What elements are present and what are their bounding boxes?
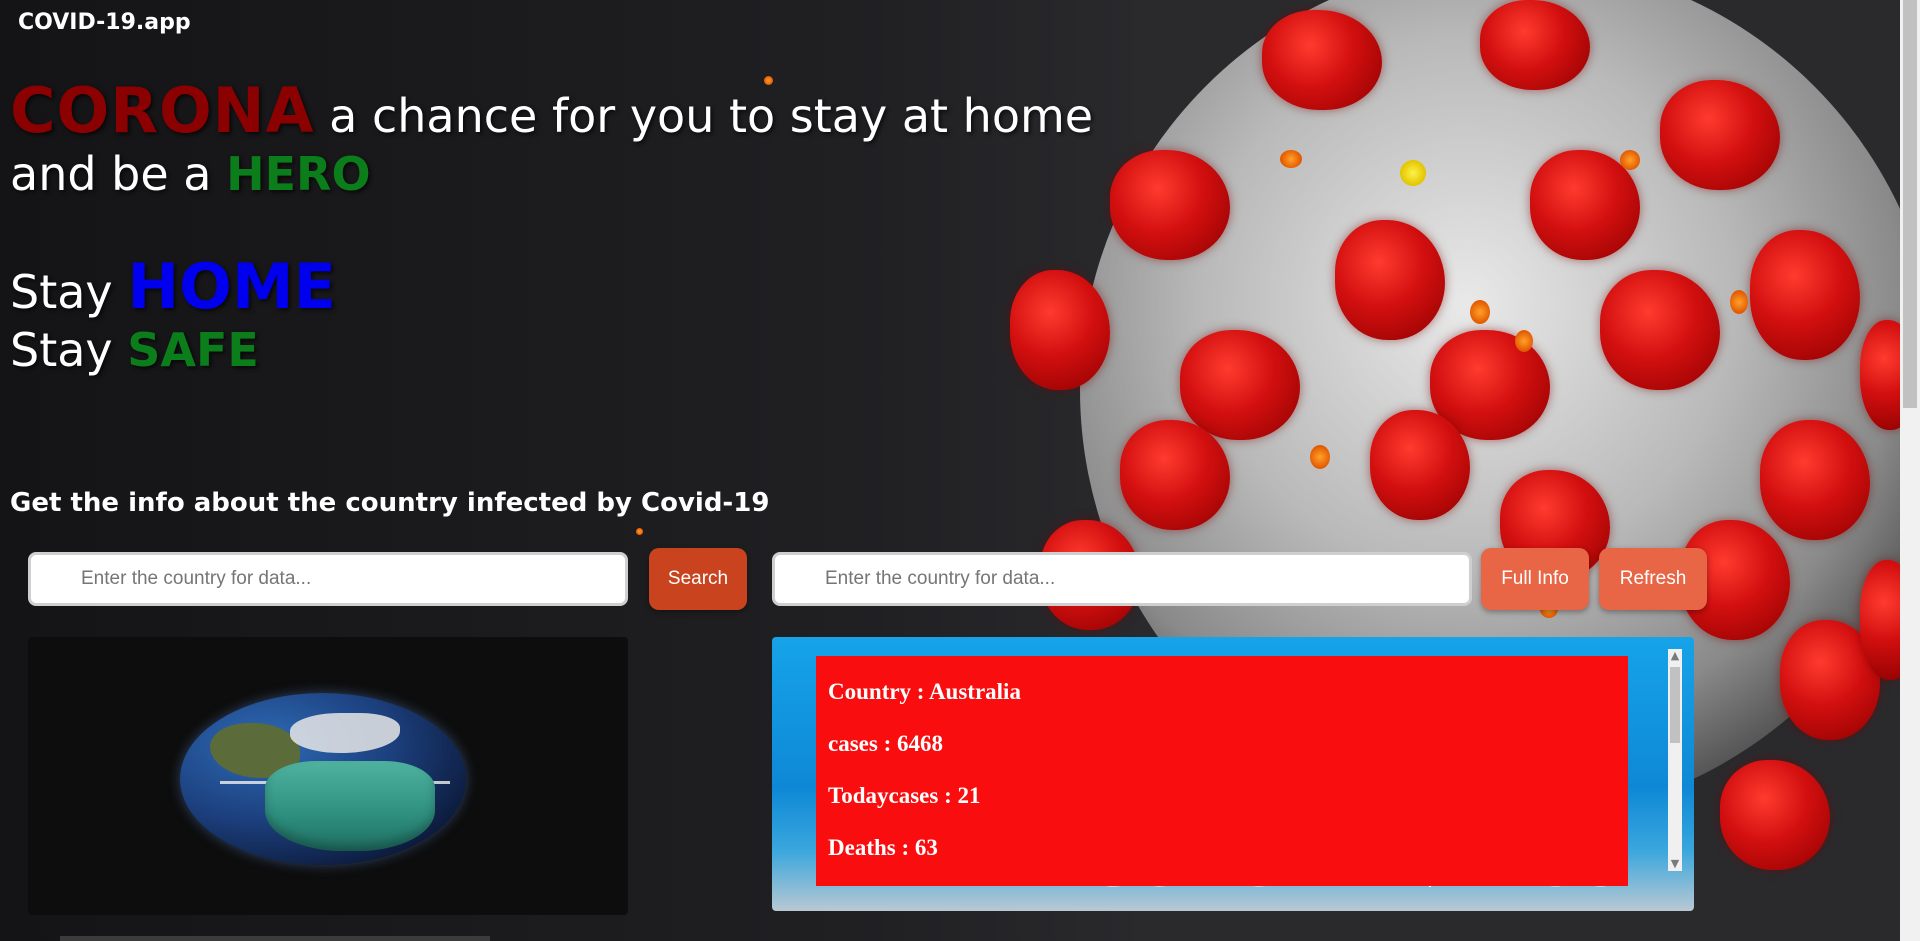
virus-dot (1280, 150, 1302, 168)
scroll-down-icon[interactable]: ▼ (1668, 857, 1682, 871)
earth-with-mask-icon (180, 693, 466, 865)
virus-spike (1760, 420, 1870, 540)
app-brand: COVID-19.app (18, 10, 191, 35)
virus-spike (1110, 150, 1230, 260)
info-title: Get the info about the country infected … (10, 488, 770, 518)
virus-dot (1620, 150, 1640, 170)
country-full-info-input[interactable] (772, 552, 1472, 606)
virus-spike (1262, 10, 1382, 110)
word-safe: SAFE (127, 323, 259, 377)
virus-spike (1600, 270, 1720, 390)
data-scrollbar[interactable]: ▲ ▼ (1668, 649, 1682, 871)
scroll-up-icon[interactable]: ▲ (1668, 649, 1682, 663)
headline-line-2-text: and be a (10, 147, 227, 201)
word-home: HOME (127, 250, 336, 323)
full-info-button[interactable]: Full Info (1481, 548, 1589, 610)
stay-home-line: Stay HOME (10, 256, 336, 321)
stay-label: Stay (10, 323, 128, 377)
earth-clouds (290, 713, 400, 753)
virus-dot (636, 528, 643, 535)
virus-spike (1120, 420, 1230, 530)
country-search-input[interactable] (28, 552, 628, 606)
virus-dot (1730, 290, 1748, 314)
face-mask-icon (265, 761, 435, 851)
bottom-divider (60, 936, 490, 941)
deaths-line: Deaths : 63 (828, 835, 938, 860)
virus-spike (1660, 80, 1780, 190)
virus-dot (1515, 330, 1533, 352)
virus-spike (1335, 220, 1445, 340)
virus-spike (1720, 760, 1830, 870)
page-scrollbar[interactable] (1900, 0, 1920, 941)
page-scrollbar-thumb[interactable] (1903, 0, 1917, 408)
earth-image-panel (28, 637, 628, 915)
virus-spike (1480, 0, 1590, 90)
search-button[interactable]: Search (649, 548, 747, 610)
virus-spike (1370, 410, 1470, 520)
stay-slogan: Stay HOME Stay SAFE (10, 256, 336, 379)
stay-label: Stay (10, 265, 128, 319)
virus-dot (1470, 300, 1490, 324)
virus-spike (1010, 270, 1110, 390)
virus-spike (1180, 330, 1300, 440)
virus-spike (1750, 230, 1860, 360)
headline-line-1: CORONA a chance for you to stay at home (10, 80, 1094, 145)
headline-line-2: and be a HERO (10, 145, 1093, 203)
refresh-button[interactable]: Refresh (1599, 548, 1707, 610)
country-line: Country : Australia (828, 679, 1021, 704)
today-cases-line: Todaycases : 21 (828, 783, 981, 808)
virus-dot (1400, 160, 1426, 186)
virus-dot (1310, 445, 1330, 469)
country-data-card[interactable]: Country : Australia cases : 6468 Todayca… (816, 656, 1628, 886)
scrollbar-thumb[interactable] (1670, 667, 1680, 743)
stay-safe-line: Stay SAFE (10, 321, 336, 379)
word-corona: CORONA (10, 74, 315, 147)
cases-line: cases : 6468 (828, 731, 943, 756)
hero-headline: CORONA a chance for you to stay at home … (10, 80, 1094, 203)
headline-line-1-text: a chance for you to stay at home (314, 89, 1094, 143)
country-data-panel: CORONA VIRUS Country : Australia cases :… (772, 637, 1694, 911)
word-hero: HERO (226, 147, 371, 201)
